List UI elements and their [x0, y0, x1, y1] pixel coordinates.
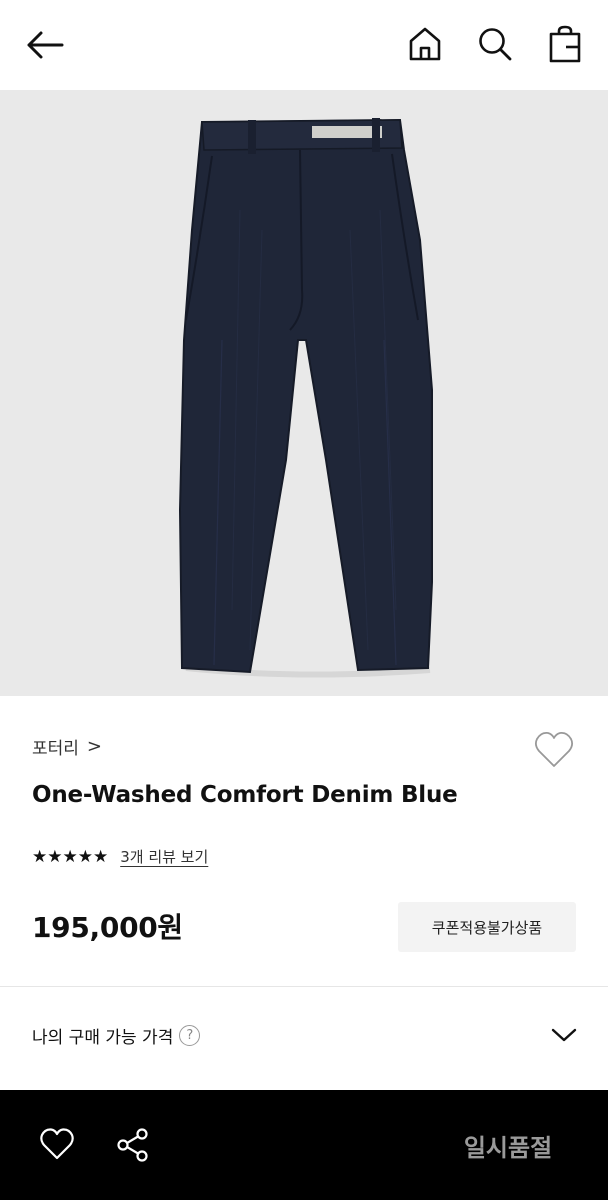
arrow-left-icon	[27, 31, 64, 59]
bottom-action-bar: 일시품절	[0, 1090, 608, 1200]
cart-button[interactable]	[544, 22, 586, 66]
coupon-badge: 쿠폰적용불가상품	[398, 902, 576, 952]
home-button[interactable]	[404, 22, 446, 66]
bottom-wishlist-button[interactable]	[36, 1124, 78, 1164]
share-button[interactable]	[112, 1124, 154, 1166]
back-button[interactable]	[22, 25, 66, 65]
wishlist-button[interactable]	[532, 730, 576, 770]
product-name: One-Washed Comfort Denim Blue	[32, 782, 458, 808]
sold-out-button[interactable]: 일시품절	[408, 1090, 608, 1200]
home-icon	[409, 27, 441, 61]
search-button[interactable]	[474, 22, 516, 66]
my-price-label: 나의 구매 가능 가격	[32, 1028, 174, 1048]
help-icon[interactable]: ?	[179, 1025, 201, 1046]
chevron-right-icon: >	[86, 736, 103, 757]
search-icon	[479, 28, 512, 61]
heart-icon	[40, 1128, 74, 1160]
denim-pants-image	[0, 90, 608, 696]
product-price: 195,000원	[32, 911, 183, 944]
my-price-accordion[interactable]: 나의 구매 가능 가격 ?	[0, 987, 608, 1090]
share-icon	[117, 1128, 148, 1162]
top-nav-bar	[0, 0, 608, 90]
brand-link[interactable]: 포터리 >	[32, 734, 102, 759]
review-link[interactable]: 3개 리뷰 보기	[120, 846, 208, 867]
star-rating: ★★★★★	[32, 846, 109, 867]
heart-outline-icon	[534, 731, 574, 767]
rating-row: ★★★★★ 3개 리뷰 보기	[32, 846, 208, 867]
shopping-bag-icon	[549, 25, 581, 63]
my-price-label-row: 나의 구매 가능 가격 ?	[32, 1023, 201, 1048]
header-actions	[404, 22, 586, 66]
product-info: 포터리 > One-Washed Comfort Denim Blue ★★★★…	[0, 696, 608, 986]
product-image[interactable]	[0, 90, 608, 696]
brand-name: 포터리	[32, 739, 79, 759]
chevron-down-icon[interactable]	[550, 1021, 578, 1049]
